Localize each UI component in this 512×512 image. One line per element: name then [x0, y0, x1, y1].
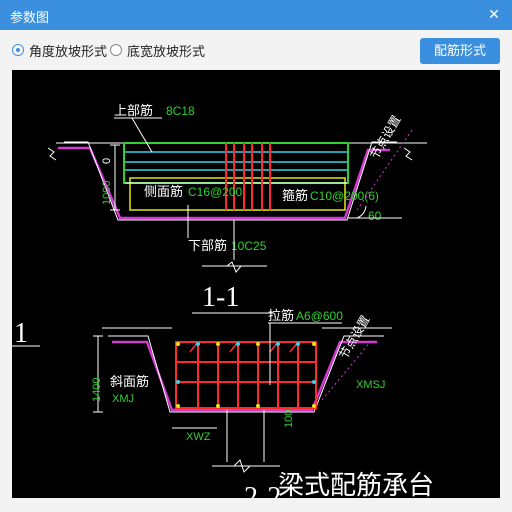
s2-slope-bar-label: 斜面筋: [110, 374, 149, 389]
s1-side-bar-spec: C16@200: [188, 185, 243, 199]
s2-small-dim: 100: [283, 410, 295, 428]
cap-outline-1: [123, 142, 349, 184]
radio-angle-slope[interactable]: 角度放坡形式: [12, 42, 108, 59]
s1-top-bar-spec: 8C18: [166, 104, 195, 118]
drawing-caption: 梁式配筋承台: [278, 470, 434, 498]
s1-bottom-bar-spec: 10C25: [231, 239, 267, 253]
s2-xwz: XWZ: [186, 431, 211, 443]
s2-xmj: XMJ: [112, 393, 134, 405]
cad-drawing: 0 1000 上部筋 8C18 侧面筋 C16@200 箍筋 C10@200(6…: [12, 103, 434, 498]
s1-node-setting: 节点设置: [367, 113, 403, 162]
rebar-config-button[interactable]: 配筋形式: [420, 38, 500, 64]
s2-tie-bar-spec: A6@600: [296, 309, 343, 323]
radio-width-slope-label: 底宽放坡形式: [127, 43, 206, 59]
s1-bottom-bar-label: 下部筋: [188, 238, 227, 253]
close-icon[interactable]: ✕: [484, 4, 504, 24]
s2-xmsj: XMSJ: [356, 379, 385, 391]
s1-stirrup-spec: C10@200(6): [310, 189, 379, 203]
radio-checked-icon: [12, 44, 24, 56]
s1-depth-dim: 1000: [101, 181, 113, 205]
s1-zero-dim: 0: [101, 158, 113, 164]
radio-unchecked-icon: [110, 44, 122, 56]
s1-side-bar-label: 侧面筋: [144, 184, 183, 199]
radio-angle-slope-label: 角度放坡形式: [29, 43, 108, 59]
s2-tie-bar-label: 拉筋: [268, 308, 294, 323]
marker-1: 1: [14, 318, 28, 349]
s2-title: 2-2: [244, 482, 281, 498]
s1-stirrup-label: 箍筋: [282, 188, 308, 203]
s2-height-dim: 1400: [91, 378, 103, 402]
title-bar: 参数图 ✕: [0, 0, 512, 30]
s1-title: 1-1: [202, 282, 239, 313]
toolbar: 角度放坡形式 底宽放坡形式 配筋形式: [0, 30, 512, 70]
radio-width-slope[interactable]: 底宽放坡形式: [110, 42, 206, 59]
s1-top-bar-label: 上部筋: [114, 103, 153, 118]
s1-angle: 60: [368, 209, 382, 223]
drawing-canvas: 0 1000 上部筋 8C18 侧面筋 C16@200 箍筋 C10@200(6…: [12, 70, 500, 498]
window-title: 参数图: [10, 10, 50, 25]
